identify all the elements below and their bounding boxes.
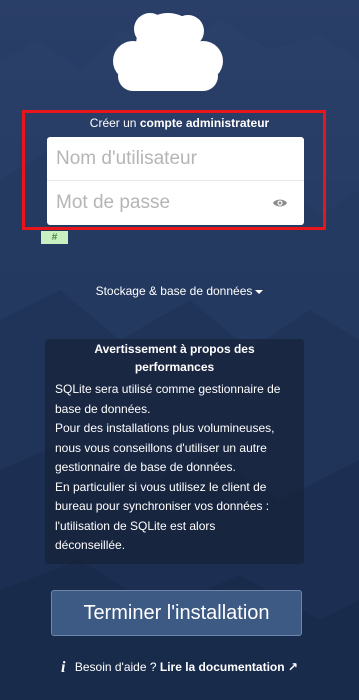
storage-label: Stockage & base de données <box>95 284 253 298</box>
info-icon: i <box>61 659 66 676</box>
warning-body: SQLite sera utilisé comme gestionnaire d… <box>55 380 294 556</box>
highlight-box <box>22 110 326 230</box>
warning-line: bureau pour synchroniser vos données : <box>55 499 270 513</box>
documentation-link[interactable]: Lire la documentation ↗ <box>160 660 298 674</box>
warning-line: En particulier si vous utilisez le clien… <box>55 479 267 494</box>
help-question: Besoin d'aide ? <box>74 660 157 674</box>
finish-installation-button[interactable]: Terminer l'installation <box>51 590 302 636</box>
password-strength-indicator: # <box>41 231 68 244</box>
warning-line: base de données. <box>55 401 151 416</box>
storage-database-toggle[interactable]: Stockage & base de données <box>0 284 359 298</box>
performance-warning: Avertissement à propos des performances … <box>45 339 304 564</box>
warning-line: Pour des installations plus volumineuses… <box>55 421 275 435</box>
help-footer: i Besoin d'aide ? Lire la documentation … <box>0 659 359 677</box>
caret-down-icon <box>255 289 264 294</box>
warning-line: gestionnaire de base de données. <box>55 460 236 474</box>
warning-line: nous vous conseillons d'utiliser un autr… <box>55 440 267 455</box>
warning-line: l'utilisation de SQLite est alors <box>55 518 216 533</box>
warning-title: Avertissement à propos des performances <box>94 342 255 374</box>
cloud-logo <box>113 13 223 91</box>
warning-line: SQLite sera utilisé comme gestionnaire d… <box>55 382 281 396</box>
warning-line: déconseillée. <box>55 538 126 552</box>
